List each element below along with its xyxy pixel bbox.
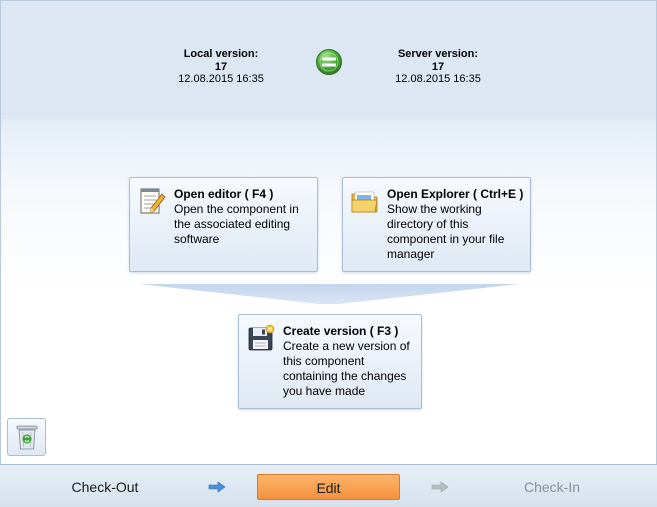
open-explorer-button[interactable]: Open Explorer ( Ctrl+E ) Show the workin… bbox=[342, 177, 531, 272]
server-version-date: 12.08.2015 16:35 bbox=[395, 73, 481, 85]
right-arrow-icon bbox=[431, 481, 449, 493]
workflow-step-checkout[interactable]: Check-Out bbox=[52, 474, 158, 500]
local-version-number: 17 bbox=[214, 60, 228, 73]
folder-icon bbox=[351, 191, 378, 213]
open-editor-description: Open the component in the associated edi… bbox=[174, 202, 299, 246]
create-version-button[interactable]: Create version ( F3 ) Create a new versi… bbox=[238, 314, 422, 409]
right-arrow-icon bbox=[208, 481, 226, 493]
server-version-number: 17 bbox=[431, 60, 445, 73]
workflow-bar: Check-Out Edit Check-In bbox=[0, 464, 657, 507]
local-version-date: 12.08.2015 16:35 bbox=[178, 73, 264, 85]
open-explorer-description: Show the working directory of this compo… bbox=[387, 202, 505, 261]
recycle-bin-icon bbox=[16, 425, 38, 450]
notepad-pencil-icon bbox=[140, 188, 166, 214]
local-version-label: Local version: bbox=[183, 48, 259, 60]
open-explorer-title: Open Explorer ( Ctrl+E ) bbox=[387, 187, 524, 201]
actions-panel: Open editor ( F4 ) Open the component in… bbox=[0, 119, 657, 464]
floppy-disk-icon bbox=[248, 324, 275, 351]
workflow-step-checkin[interactable]: Check-In bbox=[499, 474, 605, 500]
flow-funnel bbox=[139, 284, 519, 304]
server-version-label: Server version: bbox=[397, 48, 479, 60]
open-editor-button[interactable]: Open editor ( F4 ) Open the component in… bbox=[129, 177, 318, 272]
open-editor-title: Open editor ( F4 ) bbox=[174, 187, 274, 201]
create-version-title: Create version ( F3 ) bbox=[283, 324, 399, 338]
version-header: Local version: 17 12.08.2015 16:35 Serve… bbox=[0, 0, 657, 120]
create-version-description: Create a new version of this component c… bbox=[283, 339, 410, 398]
local-version: Local version: 17 12.08.2015 16:35 bbox=[169, 48, 273, 86]
recycle-bin-button[interactable] bbox=[7, 418, 46, 456]
workflow-step-edit[interactable]: Edit bbox=[257, 474, 400, 500]
equal-icon bbox=[316, 49, 342, 75]
server-version: Server version: 17 12.08.2015 16:35 bbox=[386, 48, 490, 86]
